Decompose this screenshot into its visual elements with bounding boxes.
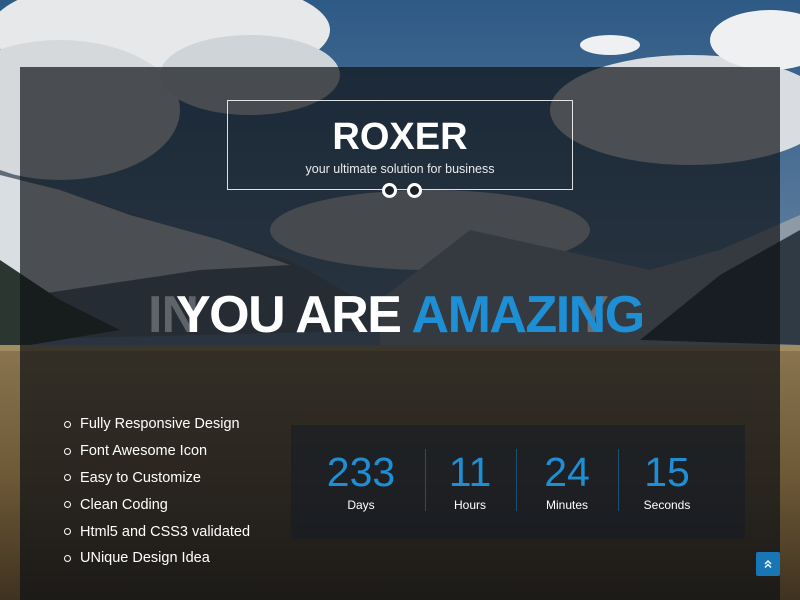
countdown-hours-label: Hours <box>453 498 486 512</box>
headline-prefix: YOU ARE <box>176 286 402 344</box>
countdown-days-label: Days <box>347 498 375 512</box>
headline-rotator: IN Y YOU ARE AMAZING <box>140 284 645 346</box>
circle-bullet-icon <box>64 420 71 428</box>
slider-dot-1[interactable] <box>382 183 397 198</box>
circle-bullet-icon <box>64 554 71 562</box>
feature-label: Clean Coding <box>80 496 168 513</box>
circle-bullet-icon <box>64 501 71 509</box>
scroll-to-top-button[interactable] <box>756 552 780 576</box>
countdown-days-value: 233 <box>326 449 396 495</box>
countdown-seconds: 15 Seconds <box>616 449 718 512</box>
slider-dots <box>382 183 422 199</box>
feature-label: Easy to Customize <box>80 469 201 486</box>
circle-bullet-icon <box>64 447 71 455</box>
headline-accent: AMAZING <box>411 286 646 344</box>
feature-label: Html5 and CSS3 validated <box>80 523 251 540</box>
countdown-minutes-label: Minutes <box>545 498 589 512</box>
countdown-hours: 11 Hours <box>419 449 521 512</box>
feature-label: Font Awesome Icon <box>80 443 208 460</box>
brand-name: ROXER <box>332 116 468 158</box>
circle-bullet-icon <box>64 528 71 536</box>
double-chevron-up-icon <box>764 560 772 568</box>
countdown-minutes: 24 Minutes <box>516 449 618 512</box>
countdown-timer: 233 Days 11 Hours 24 Minutes 15 Seconds <box>291 425 745 539</box>
countdown-days: 233 Days <box>310 449 412 512</box>
slider-dot-2[interactable] <box>407 183 422 198</box>
feature-label: Fully Responsive Design <box>80 416 240 433</box>
feature-item: Font Awesome Icon <box>64 438 250 465</box>
logo-box: ROXER your ultimate solution for busines… <box>227 100 573 190</box>
countdown-hours-value: 11 <box>448 449 492 495</box>
feature-item: Html5 and CSS3 validated <box>64 518 250 545</box>
headline: YOU ARE AMAZING <box>176 284 646 346</box>
feature-item: Clean Coding <box>64 491 250 518</box>
countdown-seconds-label: Seconds <box>643 498 691 512</box>
countdown-minutes-value: 24 <box>544 449 590 495</box>
brand-tagline: your ultimate solution for business <box>305 162 495 176</box>
feature-list: Fully Responsive Design Font Awesome Ico… <box>64 411 250 572</box>
feature-item: UNique Design Idea <box>64 545 250 572</box>
circle-bullet-icon <box>64 474 71 482</box>
feature-item: Easy to Customize <box>64 465 250 492</box>
countdown-seconds-value: 15 <box>644 449 690 495</box>
feature-label: UNique Design Idea <box>80 550 210 567</box>
feature-item: Fully Responsive Design <box>64 411 250 438</box>
